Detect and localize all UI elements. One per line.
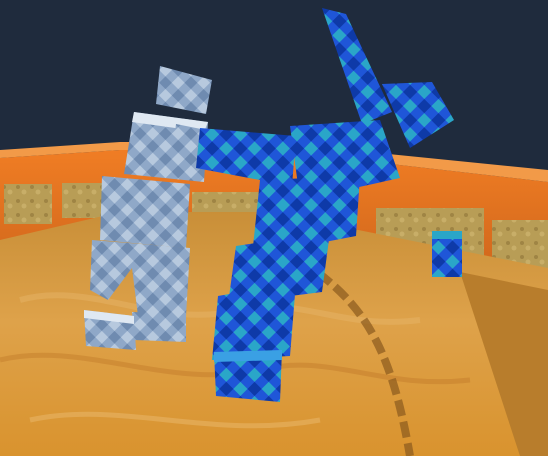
- wall-panel: [4, 184, 52, 224]
- game-viewport[interactable]: [0, 0, 548, 456]
- blue-crate-icon[interactable]: [432, 231, 462, 277]
- game-canvas[interactable]: [0, 0, 548, 456]
- wall-panel: [62, 183, 102, 218]
